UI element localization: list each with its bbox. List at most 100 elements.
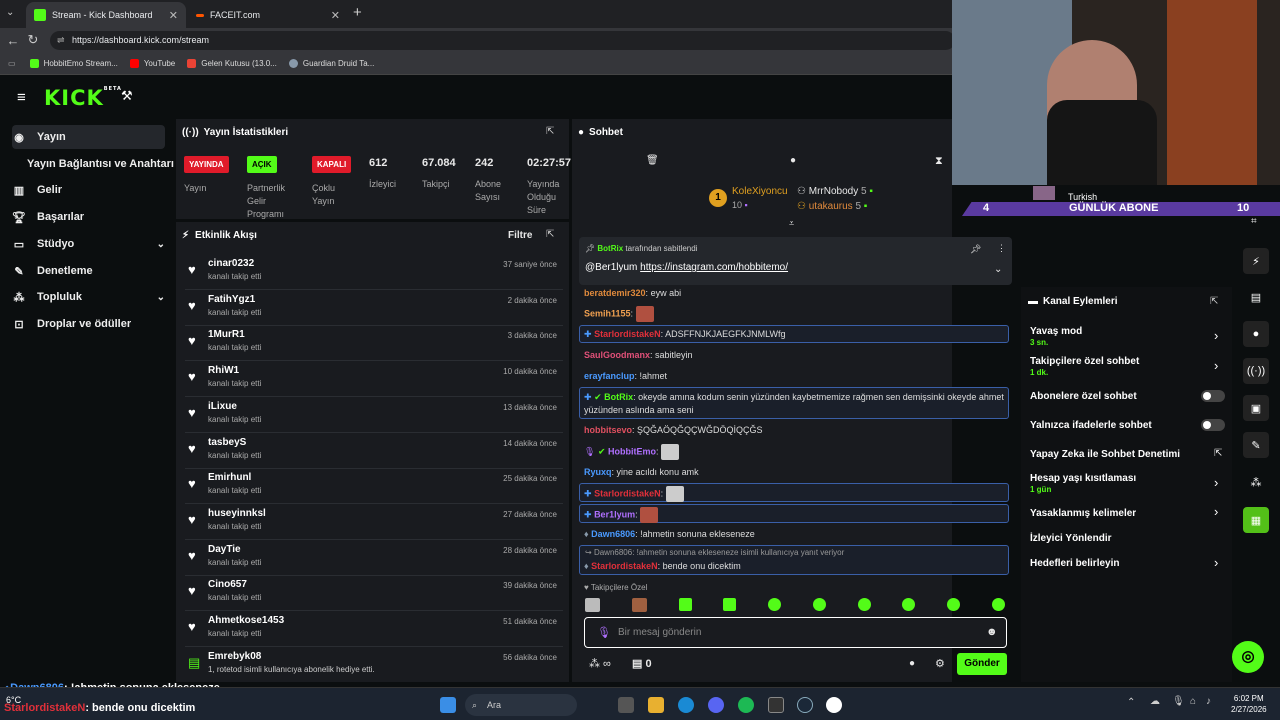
apps-icon[interactable]: ▭	[8, 59, 16, 68]
support-chat-icon[interactable]: ◎	[1232, 641, 1264, 673]
chat-user[interactable]: Semih1155	[584, 308, 631, 318]
followers-chat-label[interactable]: Takipçilere özel sohbet	[1030, 356, 1139, 367]
send-button[interactable]: Gönder	[957, 653, 1007, 675]
emotes-only-toggle[interactable]	[1201, 419, 1225, 431]
trash-icon[interactable]: 🗑︎	[646, 155, 659, 166]
game-icon[interactable]: ▦	[1243, 507, 1269, 533]
leader-2[interactable]: ⚇ MrrNobody 5 ▪	[797, 186, 873, 197]
points-icon[interactable]: ⁂ ∞	[589, 657, 611, 670]
unpin-icon[interactable]: 📌︎	[970, 244, 981, 255]
terminal-icon[interactable]	[768, 697, 784, 713]
event-row[interactable]: ♥ FatihYgz1 kanalı takip etti 2 dakika önce	[185, 292, 563, 325]
event-row[interactable]: ♥ tasbeyS kanalı takip etti 14 dakika önce	[185, 435, 563, 468]
hourglass-icon[interactable]: ⧗	[935, 155, 943, 168]
event-row[interactable]: ♥ Cino657 kanalı takip etti 39 dakika önce	[185, 577, 563, 610]
network-icon[interactable]: ⌂	[1190, 696, 1196, 707]
emote-icon[interactable]	[631, 598, 647, 612]
mic-icon[interactable]: 🎙︎	[1172, 696, 1185, 707]
event-row[interactable]: ♥ 1MurR1 kanalı takip etti 3 dakika önce	[185, 327, 563, 360]
chat-user[interactable]: HobbitEmo	[608, 446, 656, 456]
emoji-icon[interactable]: ☻	[986, 626, 998, 638]
taskbar-search[interactable]: ⌕ Ara	[465, 694, 577, 716]
bookmark-hobbitemo[interactable]: HobbitEmo Stream...	[29, 58, 118, 68]
clock[interactable]: 6:02 PM 2/27/2026	[1231, 693, 1267, 715]
file-explorer-icon[interactable]	[648, 697, 664, 713]
url-input[interactable]: ⇌ https://dashboard.kick.com/stream	[50, 31, 955, 50]
reload-icon[interactable]: ↻	[23, 32, 43, 48]
raid-label[interactable]: İzleyici Yönlendir	[1030, 533, 1112, 544]
popout-icon[interactable]: ⇱	[546, 229, 554, 240]
event-row[interactable]: ♥ huseyinnksl kanalı takip etti 27 dakika ö…	[185, 506, 563, 539]
spotify-icon[interactable]	[738, 697, 754, 713]
cloud-icon[interactable]: ☁	[1150, 696, 1160, 707]
tab-faceit[interactable]: FACEIT.com ✕	[188, 2, 348, 28]
pinned-link[interactable]: https://instagram.com/hobbitemo/	[640, 262, 788, 273]
back-icon[interactable]: ←	[3, 33, 23, 48]
emote-icon[interactable]	[723, 598, 737, 611]
event-row[interactable]: ♥ iLixue kanalı takip etti 13 dakika önce	[185, 399, 563, 432]
close-tab-icon[interactable]: ✕	[331, 9, 340, 22]
emote-icon[interactable]	[902, 598, 916, 611]
sidebar-item-gelir[interactable]: ▥ Gelir	[12, 178, 62, 202]
windows-start-icon[interactable]	[440, 697, 456, 713]
sidebar-item-basarilar[interactable]: 🏆︎ Başarılar	[12, 205, 84, 229]
menu-icon[interactable]: ≡	[17, 89, 26, 106]
chat-user[interactable]: Ryuxq	[584, 467, 612, 477]
settings-gear-icon[interactable]: ⚙	[935, 657, 945, 670]
chat-bubble-icon[interactable]: ●	[1243, 321, 1269, 347]
close-tab-icon[interactable]: ✕	[169, 9, 178, 22]
kick-logo[interactable]: KICKBETA	[44, 86, 122, 110]
popout-icon[interactable]: ⇱	[1210, 296, 1218, 307]
discord-icon[interactable]	[708, 697, 724, 713]
site-info-icon[interactable]: ⇌	[57, 31, 65, 50]
chat-user[interactable]: SaulGoodmanx	[584, 350, 650, 360]
more-icon[interactable]: ⋮	[997, 243, 1006, 254]
tray-chevron-icon[interactable]: ⌃	[1127, 697, 1135, 708]
goals-label[interactable]: Hedefleri belirleyin	[1030, 558, 1119, 569]
chat-input[interactable]: 🎙︎ Bir mesaj gönderin ☻	[584, 617, 1007, 648]
account-age-label[interactable]: Hesap yaşı kısıtlaması	[1030, 473, 1136, 484]
chat-user[interactable]: hobbitsevo	[584, 425, 632, 435]
wrench-icon[interactable]: ✎	[1243, 432, 1269, 458]
sidebar-item-denetleme[interactable]: ✎ Denetleme	[12, 259, 92, 283]
filter-button[interactable]: Filtre	[508, 230, 532, 241]
mic-icon[interactable]: 🎙︎	[597, 626, 611, 639]
event-row[interactable]: ▤ Emrebyk08 1, rotetod isimli kullanıcıya …	[185, 649, 563, 682]
emote-icon[interactable]	[812, 598, 826, 611]
bookmark-guardian-druid[interactable]: Guardian Druid Ta...	[288, 58, 374, 68]
chat-user[interactable]: beratdemir320	[584, 288, 646, 298]
chat-user[interactable]: StarlordistakeN	[594, 488, 661, 498]
chevron-right-icon[interactable]: ›	[1214, 555, 1218, 570]
popout-icon[interactable]: ⇱	[546, 126, 554, 137]
tab-list-icon[interactable]: ⌄	[6, 7, 14, 18]
emote-icon[interactable]	[947, 598, 961, 611]
new-tab-icon[interactable]: +	[353, 4, 362, 21]
event-row[interactable]: ♥ cinar0232 kanalı takip etti 37 saniye önc…	[185, 256, 563, 289]
task-view-icon[interactable]	[618, 697, 634, 713]
banned-words-label[interactable]: Yasaklanmış kelimeler	[1030, 508, 1136, 519]
event-row[interactable]: ♥ Ahmetkose1453 kanalı takip etti 51 dakika…	[185, 613, 563, 646]
leader-3[interactable]: ⚇ utakaurus 5 ▪	[797, 201, 867, 212]
tab-kick-dashboard[interactable]: Stream - Kick Dashboard ✕	[26, 2, 186, 28]
layout-icon[interactable]: ▣	[1243, 395, 1269, 421]
chevron-right-icon[interactable]: ›	[1214, 328, 1218, 343]
chevron-right-icon[interactable]: ›	[1214, 504, 1218, 519]
expand-icon[interactable]: ⌗	[1251, 216, 1257, 227]
collapse-icon[interactable]: ⩡	[789, 218, 794, 229]
external-link-icon[interactable]: ⇱	[1214, 448, 1222, 459]
chevron-right-icon[interactable]: ›	[1214, 475, 1218, 490]
chat-bubble-icon[interactable]: ●	[790, 155, 796, 166]
emote-icon[interactable]	[678, 598, 692, 611]
ai-moderation-label[interactable]: Yapay Zeka ile Sohbet Denetimi	[1030, 449, 1180, 460]
event-row[interactable]: ♥ RhiW1 kanalı takip etti 10 dakika önce	[185, 363, 563, 396]
chat-user[interactable]: BotRix	[604, 392, 633, 402]
channel-points[interactable]: ▤ 0	[632, 657, 652, 670]
emote-icon[interactable]	[991, 598, 1005, 611]
sidebar-item-topluluk[interactable]: ⁂ Topluluk ⌄	[12, 285, 166, 309]
bookmark-gmail[interactable]: Gelen Kutusu (13.0...	[187, 58, 277, 68]
sidebar-item-studyo[interactable]: ▭ Stüdyo ⌄	[12, 232, 165, 256]
chat-user[interactable]: Dawn6806	[591, 529, 635, 539]
obs-icon[interactable]	[826, 697, 842, 713]
event-row[interactable]: ♥ DayTie kanalı takip etti 28 dakika önce	[185, 542, 563, 575]
emote-icon[interactable]	[768, 598, 782, 611]
